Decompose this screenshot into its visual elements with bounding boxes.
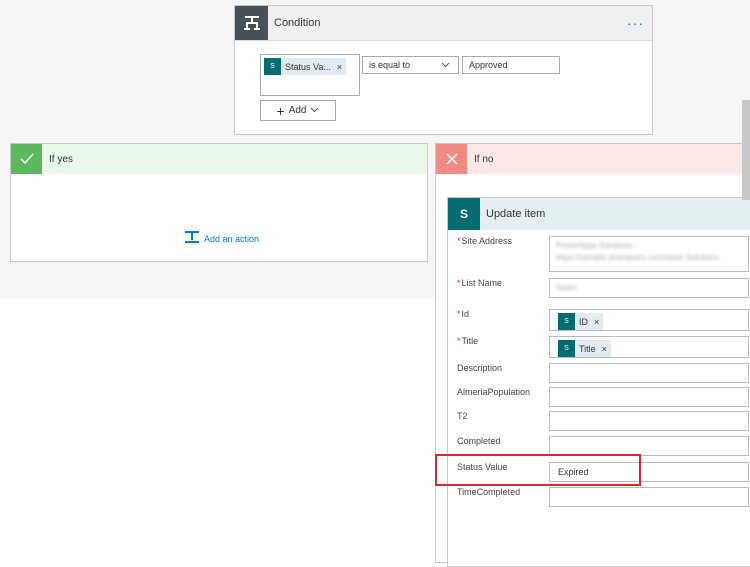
if-yes-branch: If yes Add an action bbox=[10, 143, 428, 262]
if-yes-title: If yes bbox=[49, 153, 73, 165]
field-label: Title bbox=[461, 336, 479, 346]
list-name-value: Spain bbox=[556, 283, 577, 292]
add-button[interactable]: + Add bbox=[260, 100, 336, 121]
remove-token-icon[interactable]: × bbox=[602, 344, 607, 354]
chevron-down-icon bbox=[441, 60, 450, 71]
update-item-card: S Update item *Site Address PowerApps So… bbox=[447, 197, 750, 567]
add-an-action-link[interactable]: Add an action bbox=[184, 230, 259, 247]
condition-title: Condition bbox=[274, 17, 321, 29]
if-no-title: If no bbox=[474, 153, 494, 165]
field-label: Site Address bbox=[461, 236, 513, 246]
list-name-input[interactable]: Spain bbox=[549, 278, 749, 298]
operator-dropdown[interactable]: is equal to bbox=[362, 56, 459, 74]
update-item-title: Update item bbox=[486, 208, 546, 220]
more-options-icon[interactable]: ··· bbox=[627, 15, 644, 31]
field-label: T2 bbox=[457, 411, 468, 421]
remove-token-icon[interactable]: × bbox=[337, 62, 342, 72]
if-no-header[interactable]: If no bbox=[436, 144, 750, 174]
token-label: Status Va... bbox=[285, 61, 331, 72]
add-label: Add bbox=[288, 105, 307, 116]
close-icon bbox=[436, 144, 467, 174]
sharepoint-icon: S bbox=[264, 58, 281, 75]
id-token[interactable]: S ID × bbox=[558, 313, 604, 330]
site-address-value: PowerApps Solutions - https://sample.sha… bbox=[556, 241, 719, 262]
field-label: List Name bbox=[461, 278, 503, 288]
description-input[interactable] bbox=[549, 363, 749, 383]
field-label: TimeCompleted bbox=[457, 487, 521, 497]
condition-card: Condition ··· S Status Va... × is equal … bbox=[234, 5, 653, 135]
highlight-box bbox=[435, 454, 641, 486]
sharepoint-icon: S bbox=[448, 198, 480, 230]
add-action-icon bbox=[184, 230, 200, 247]
condition-value: Approved bbox=[469, 60, 508, 70]
field-label: Completed bbox=[457, 436, 501, 446]
condition-value-input[interactable]: Approved bbox=[462, 56, 560, 74]
field-label: AlmeriaPopulation bbox=[457, 387, 531, 397]
condition-icon bbox=[235, 6, 268, 40]
field-label: Description bbox=[457, 363, 503, 373]
completed-input[interactable] bbox=[549, 436, 749, 456]
title-input[interactable]: S Title × bbox=[549, 336, 749, 358]
t2-input[interactable] bbox=[549, 411, 749, 431]
condition-header[interactable]: Condition ··· bbox=[235, 6, 652, 41]
almeria-population-input[interactable] bbox=[549, 387, 749, 407]
remove-token-icon[interactable]: × bbox=[594, 317, 599, 327]
title-token[interactable]: S Title × bbox=[558, 340, 611, 357]
chevron-down-icon bbox=[310, 105, 319, 117]
condition-left-operand[interactable]: S Status Va... × bbox=[260, 54, 360, 96]
vertical-scrollbar[interactable] bbox=[742, 100, 750, 200]
sharepoint-icon: S bbox=[558, 340, 575, 357]
field-label: Id bbox=[461, 309, 470, 319]
if-yes-header[interactable]: If yes bbox=[11, 144, 427, 174]
id-input[interactable]: S ID × bbox=[549, 309, 749, 331]
operator-value: is equal to bbox=[369, 60, 411, 70]
update-item-header[interactable]: S Update item bbox=[448, 198, 750, 230]
add-an-action-label: Add an action bbox=[204, 233, 260, 244]
check-icon bbox=[11, 144, 42, 174]
status-value-token[interactable]: S Status Va... × bbox=[264, 58, 347, 75]
time-completed-input[interactable] bbox=[549, 487, 749, 507]
site-address-input[interactable]: PowerApps Solutions - https://sample.sha… bbox=[549, 236, 749, 272]
plus-icon: + bbox=[276, 102, 285, 119]
sharepoint-icon: S bbox=[558, 313, 575, 330]
